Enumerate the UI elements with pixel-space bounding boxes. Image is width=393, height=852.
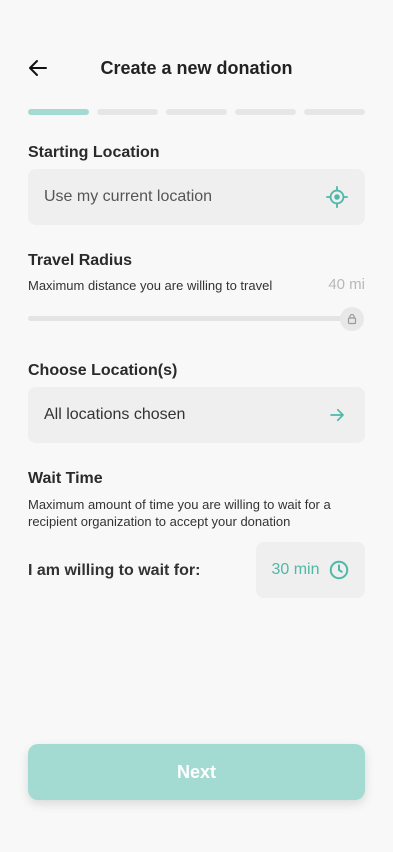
page-title: Create a new donation [100, 58, 293, 78]
starting-location-label: Starting Location [28, 144, 160, 161]
starting-location-placeholder: Use my current location [44, 188, 213, 205]
progress-steps [28, 109, 365, 115]
progress-step-2 [97, 109, 158, 115]
progress-step-5 [304, 109, 365, 115]
wait-duration-label: I am willing to wait for: [28, 562, 201, 579]
wait-duration-value: 30 min [271, 561, 320, 578]
wait-time-description: Maximum amount of time you are willing t… [28, 497, 331, 529]
choose-locations-field[interactable]: All locations chosen [28, 387, 365, 443]
wait-time-label: Wait Time [28, 470, 103, 487]
header: Create a new donation [0, 50, 393, 86]
progress-step-3 [166, 109, 227, 115]
starting-location-field[interactable]: Use my current location [28, 169, 365, 225]
progress-step-4 [235, 109, 296, 115]
crosshair-location-icon[interactable] [325, 185, 349, 209]
travel-radius-slider-track[interactable] [28, 316, 346, 321]
choose-locations-label: Choose Location(s) [28, 362, 178, 379]
travel-radius-label: Travel Radius [28, 252, 133, 269]
choose-locations-value: All locations chosen [44, 406, 186, 423]
travel-radius-slider-thumb[interactable] [340, 307, 364, 331]
clock-icon [329, 560, 348, 580]
progress-step-1 [28, 109, 89, 115]
wait-duration-selector[interactable]: 30 min [256, 542, 365, 598]
lock-icon [347, 313, 357, 325]
travel-radius-description: Maximum distance you are willing to trav… [28, 278, 273, 293]
arrow-right-icon[interactable] [325, 403, 349, 427]
next-button[interactable]: Next [28, 744, 365, 800]
travel-radius-value: 40 mi [328, 276, 365, 293]
